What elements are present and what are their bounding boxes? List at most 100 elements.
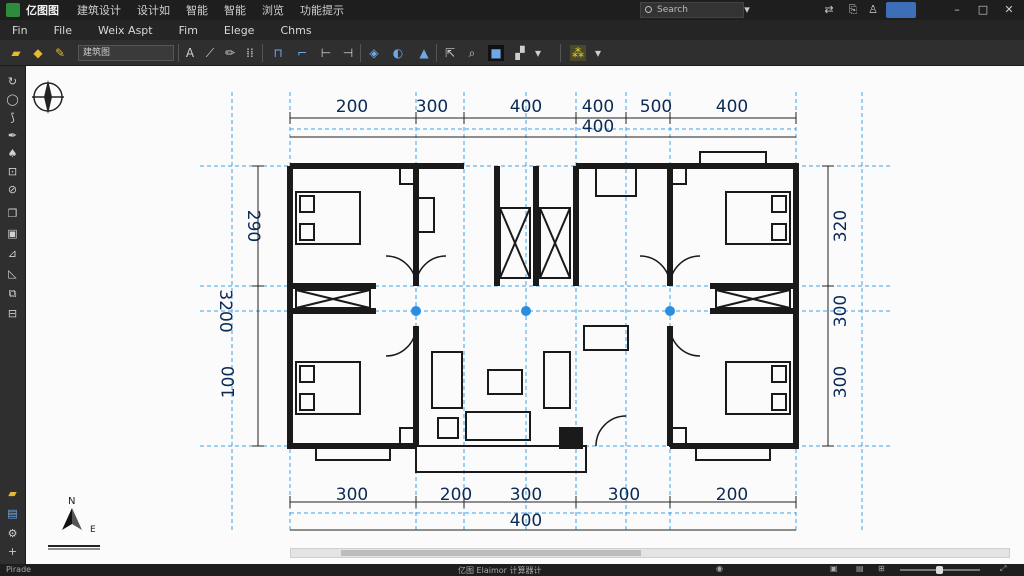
ellipse-icon[interactable]: ◯ — [5, 92, 20, 107]
main-toolbar: ▰ ◆ ✎ 建筑图 A ⟋ ✏ ⁞⁞ ⊓ ⌐ ⊢ ⊣ ◈ ◐ ▲ ⇱ ⌕ ■ ▞… — [0, 40, 1024, 66]
share-icon[interactable]: ⇄ — [822, 3, 836, 17]
eraser-icon[interactable]: ⊘ — [5, 182, 20, 197]
dim-right-1[interactable]: 320 — [831, 210, 851, 242]
menu-bar: Fin File Weix Aspt Fim Elege Chms — [0, 20, 1024, 40]
close-icon[interactable]: ✕ — [1002, 3, 1016, 17]
menu-item-elege[interactable]: Elege — [224, 24, 255, 37]
folder-icon[interactable]: ▰ — [5, 486, 20, 501]
zoom-slider-knob[interactable] — [936, 566, 943, 574]
dim-right-2[interactable]: 300 — [831, 295, 851, 327]
bookmark-icon[interactable]: ⎘ — [846, 3, 860, 17]
cursor-icon[interactable]: ⇱ — [442, 45, 458, 61]
title-menu-1[interactable]: 建筑设计 — [77, 2, 121, 18]
arrange-icon[interactable]: ▞ — [512, 45, 528, 61]
stairs-icon[interactable]: ▲ — [416, 45, 432, 61]
dim-top-4[interactable]: 400 — [582, 97, 614, 117]
snap-grid-icon[interactable]: ⁂ — [570, 45, 586, 61]
scrollbar-thumb[interactable] — [341, 550, 641, 556]
new-file-icon[interactable]: ▰ — [8, 45, 24, 61]
line-tool-icon[interactable]: ⟋ — [202, 45, 218, 61]
floor-plan: 200 300 400 400 500 400 400 300 200 300 … — [32, 80, 890, 550]
menu-item-weix-aspt[interactable]: Weix Aspt — [98, 24, 153, 37]
dim-left-3[interactable]: 100 — [219, 366, 239, 398]
paint-icon[interactable]: ♠ — [5, 146, 20, 161]
avatar[interactable] — [886, 2, 916, 18]
fill-icon[interactable]: ◐ — [390, 45, 406, 61]
save-icon[interactable]: ✎ — [52, 45, 68, 61]
menu-item-file[interactable]: File — [54, 24, 72, 37]
dim-left-1[interactable]: 290 — [243, 210, 263, 242]
toolbar-divider — [262, 44, 263, 62]
zoom-icon[interactable]: ⌕ — [464, 45, 480, 61]
dim-bottom-total[interactable]: 400 — [510, 511, 542, 531]
dim-top-6[interactable]: 400 — [716, 97, 748, 117]
control-point[interactable] — [521, 306, 531, 316]
dim-top-2[interactable]: 300 — [416, 97, 448, 117]
pencil-icon[interactable]: ✏ — [222, 45, 238, 61]
left-toolbar: ↻ ◯ ⟆ ✒ ♠ ⊡ ⊘ ❐ ▣ ⊿ ◺ ⧉ ⊟ ▰ ▤ ⚙ + — [0, 66, 26, 564]
frame-icon[interactable]: ⧉ — [5, 286, 20, 301]
menu-item-chms[interactable]: Chms — [280, 24, 311, 37]
view-icon[interactable]: ▣ — [830, 564, 838, 573]
snap-dropdown-icon[interactable]: ▾ — [590, 45, 606, 61]
dim-top-1[interactable]: 200 — [336, 97, 368, 117]
window-tool-icon[interactable]: ⊢ — [318, 45, 334, 61]
open-folder-icon[interactable]: ◆ — [30, 45, 46, 61]
layers-icon[interactable]: ⊟ — [5, 306, 20, 321]
pen-icon[interactable]: ✒ — [5, 128, 20, 143]
arrange-dropdown-icon[interactable]: ▾ — [530, 45, 546, 61]
user-icon[interactable]: ♙ — [866, 3, 880, 17]
dim-top-3[interactable]: 400 — [510, 97, 542, 117]
triangle-icon[interactable]: ◺ — [5, 266, 20, 281]
layer-icon[interactable]: ■ — [488, 45, 504, 61]
dim-left-2[interactable]: 3200 — [215, 289, 235, 332]
settings-icon[interactable]: ⚙ — [5, 526, 20, 541]
title-menu-5[interactable]: 浏览 — [262, 2, 284, 18]
menu-item-fin[interactable]: Fin — [12, 24, 28, 37]
north-label: N — [68, 496, 75, 507]
maximize-icon[interactable]: □ — [976, 3, 990, 17]
drawing-canvas[interactable]: 200 300 400 400 500 400 400 300 200 300 … — [26, 66, 1024, 564]
title-menu-2[interactable]: 设计如 — [137, 2, 170, 18]
minimize-icon[interactable]: – — [950, 3, 964, 17]
image-icon[interactable]: ▣ — [5, 226, 20, 241]
search-input[interactable]: Search — [640, 2, 744, 18]
dim-bottom-4[interactable]: 300 — [608, 485, 640, 505]
text-icon[interactable]: A — [182, 45, 198, 61]
style-select[interactable]: 建筑图 — [78, 45, 174, 61]
toolbar-divider — [560, 44, 561, 62]
expand-icon[interactable]: ⤢ — [1000, 564, 1006, 574]
dim-top-total[interactable]: 400 — [582, 117, 614, 137]
dim-right-3[interactable]: 300 — [831, 366, 851, 398]
horizontal-scrollbar[interactable] — [290, 548, 1010, 558]
door-tool-icon[interactable]: ⌐ — [294, 45, 310, 61]
compass-rose-icon — [32, 80, 64, 114]
title-menu-6[interactable]: 功能提示 — [300, 2, 344, 18]
copy-icon[interactable]: ❐ — [5, 206, 20, 221]
pin-icon[interactable]: ⊿ — [5, 246, 20, 261]
dim-top-5[interactable]: 500 — [640, 97, 672, 117]
control-point[interactable] — [411, 306, 421, 316]
dim-bottom-5[interactable]: 200 — [716, 485, 748, 505]
menu-item-fim[interactable]: Fim — [179, 24, 198, 37]
rotate-icon[interactable]: ↻ — [5, 74, 20, 89]
search-dropdown-icon[interactable]: ▾ — [740, 3, 754, 17]
title-menu-4[interactable]: 智能 — [224, 2, 246, 18]
measure-icon[interactable]: ⊣ — [340, 45, 356, 61]
dim-bottom-3[interactable]: 300 — [510, 485, 542, 505]
page-icon[interactable]: ▤ — [5, 506, 20, 521]
brush-icon[interactable]: ⟆ — [5, 110, 20, 125]
shape-icon[interactable]: ◈ — [366, 45, 382, 61]
wall-tool-icon[interactable]: ⊓ — [270, 45, 286, 61]
add-icon[interactable]: + — [5, 544, 20, 559]
dim-bottom-2[interactable]: 200 — [440, 485, 472, 505]
dim-bottom-1[interactable]: 300 — [336, 485, 368, 505]
grid-icon[interactable]: ⁞⁞ — [242, 45, 258, 61]
edit-icon[interactable]: ⊡ — [5, 164, 20, 179]
control-point[interactable] — [665, 306, 675, 316]
status-icon[interactable]: ◉ — [716, 564, 723, 573]
title-menu-3[interactable]: 智能 — [186, 2, 208, 18]
fit-icon[interactable]: ⊞ — [878, 564, 885, 573]
layout-icon[interactable]: ▤ — [856, 564, 864, 573]
dimension-lines — [252, 112, 834, 531]
